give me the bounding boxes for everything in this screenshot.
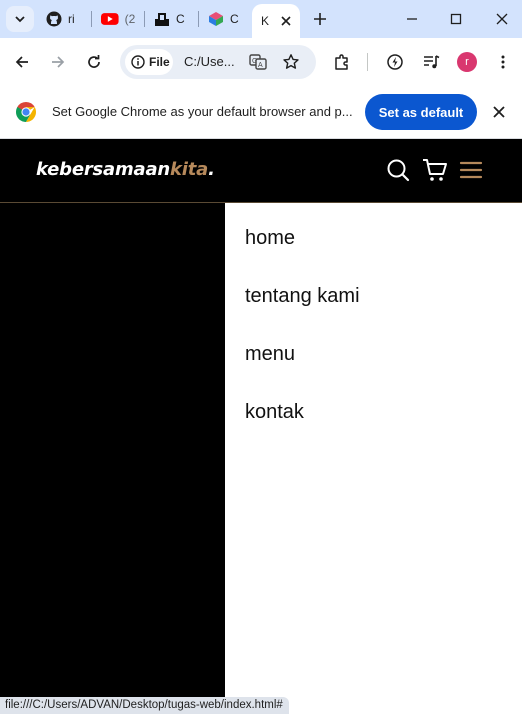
- profile-avatar[interactable]: r: [457, 52, 477, 72]
- link-status-bar: file:///C:/Users/ADVAN/Desktop/tugas-web…: [0, 697, 289, 714]
- logo-accent-text: kita: [170, 159, 209, 180]
- tab-youtube[interactable]: (2: [101, 6, 135, 32]
- url-text[interactable]: C:/Use...: [184, 54, 235, 69]
- shopping-cart-icon: [423, 159, 447, 181]
- info-icon: [131, 55, 145, 69]
- chevron-down-icon: [15, 16, 25, 23]
- energy-saver-icon: [387, 54, 403, 70]
- bookmark-button[interactable]: [279, 50, 303, 74]
- reload-button[interactable]: [82, 50, 106, 74]
- app-icon: [155, 13, 169, 26]
- youtube-icon: [101, 13, 119, 25]
- tab-separator: [198, 11, 199, 27]
- address-bar[interactable]: File C:/Use... GA: [120, 45, 316, 79]
- tab-app-2[interactable]: C: [208, 6, 242, 32]
- maximize-button[interactable]: [446, 9, 466, 29]
- menu-link-tentang-kami[interactable]: tentang kami: [245, 285, 360, 308]
- performance-button[interactable]: [383, 50, 407, 74]
- puzzle-icon: [335, 54, 348, 70]
- menu-link-home[interactable]: home: [245, 227, 295, 250]
- app-icon: [209, 12, 223, 26]
- infobar-message: Set Google Chrome as your default browse…: [52, 104, 353, 119]
- translate-button[interactable]: GA: [246, 50, 270, 74]
- web-page: kebersamaankita. home tentang kami menu …: [0, 139, 522, 714]
- music-queue-icon: [424, 55, 440, 69]
- search-icon: [387, 159, 410, 182]
- close-window-button[interactable]: [492, 9, 512, 29]
- tab-strip: ri (2 C C K: [0, 0, 522, 38]
- set-as-default-button[interactable]: Set as default: [365, 94, 477, 130]
- close-icon: [493, 106, 505, 118]
- tab-title: C: [176, 12, 185, 26]
- chip-label: File: [149, 55, 170, 69]
- infobar-close-button[interactable]: [489, 102, 509, 122]
- close-tab-icon[interactable]: [278, 13, 294, 29]
- site-info-chip[interactable]: File: [125, 49, 173, 75]
- new-tab-button[interactable]: [310, 9, 330, 29]
- tab-title: K: [261, 14, 270, 28]
- extensions-button[interactable]: [330, 50, 354, 74]
- github-icon: [46, 11, 62, 27]
- menu-link-kontak[interactable]: kontak: [245, 401, 304, 424]
- chrome-menu-button[interactable]: [491, 50, 515, 74]
- star-icon: [283, 54, 299, 69]
- tab-search-button[interactable]: [6, 6, 34, 32]
- cart-button[interactable]: [422, 157, 448, 183]
- site-navbar: kebersamaankita.: [0, 139, 522, 203]
- reload-icon: [88, 55, 100, 68]
- mobile-nav-menu: home tentang kami menu kontak: [225, 203, 522, 714]
- minimize-button[interactable]: [402, 9, 422, 29]
- logo-dot: .: [208, 159, 215, 180]
- hamburger-menu-icon: [459, 161, 483, 179]
- tab-app-1[interactable]: C: [154, 6, 188, 32]
- plus-icon: [314, 13, 326, 25]
- maximize-icon: [450, 13, 462, 25]
- chrome-logo-icon: [16, 102, 36, 122]
- translate-icon: GA: [249, 54, 267, 70]
- tab-separator: [91, 11, 92, 27]
- arrow-left-icon: [15, 56, 28, 68]
- toolbar-divider: [367, 53, 368, 71]
- forward-button[interactable]: [46, 50, 70, 74]
- tab-separator: [144, 11, 145, 27]
- logo-main-text: kebersamaan: [36, 159, 171, 180]
- more-vert-icon: [501, 55, 505, 69]
- browser-toolbar: File C:/Use... GA r: [0, 38, 522, 86]
- default-browser-infobar: Set Google Chrome as your default browse…: [0, 86, 522, 139]
- tab-active[interactable]: K: [252, 4, 300, 38]
- tab-github[interactable]: ri: [46, 6, 80, 32]
- site-logo[interactable]: kebersamaankita.: [36, 159, 215, 180]
- media-button[interactable]: [419, 50, 443, 74]
- arrow-right-icon: [52, 56, 65, 68]
- tab-title: C: [230, 12, 239, 26]
- search-button[interactable]: [385, 157, 411, 183]
- tab-title: (2: [124, 12, 135, 26]
- close-icon: [496, 13, 508, 25]
- hamburger-menu-button[interactable]: [458, 157, 484, 183]
- menu-link-menu[interactable]: menu: [245, 343, 295, 366]
- minimize-icon: [407, 18, 417, 20]
- tab-title: ri: [68, 12, 75, 26]
- back-button[interactable]: [10, 50, 34, 74]
- svg-text:A: A: [258, 62, 263, 69]
